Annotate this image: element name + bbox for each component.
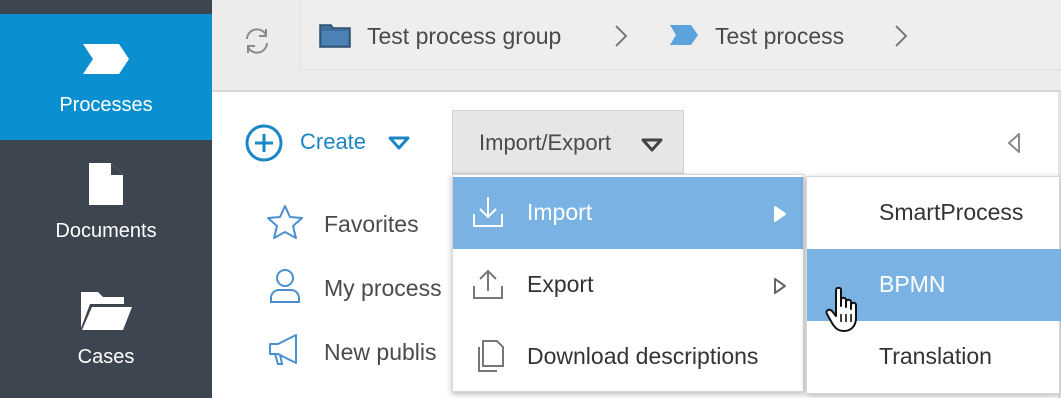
caret-down-icon xyxy=(641,138,663,152)
header: Test process group Test process xyxy=(212,0,1061,92)
submenu-item-label: BPMN xyxy=(879,271,946,297)
breadcrumb-item-process-group[interactable]: Test process group xyxy=(367,23,561,50)
submenu-arrow-icon xyxy=(774,206,786,222)
caret-down-icon[interactable] xyxy=(388,136,410,150)
plus-circle-icon[interactable] xyxy=(244,123,284,163)
sidebar-item-cases[interactable]: Cases xyxy=(0,266,212,392)
submenu-item-smartprocess[interactable]: SmartProcess xyxy=(807,177,1061,249)
import-export-menu: Import Export Download descriptions xyxy=(452,174,804,392)
sidebar-item-label: Cases xyxy=(77,346,135,368)
sidebar: Processes Documents Cases xyxy=(0,0,212,398)
import-export-label: Import/Export xyxy=(479,130,612,155)
sidebar-item-label: Documents xyxy=(55,220,157,242)
create-button[interactable]: Create xyxy=(300,129,366,155)
submenu-item-label: SmartProcess xyxy=(879,199,1024,225)
star-icon xyxy=(267,205,303,239)
process-chevron-icon xyxy=(670,25,698,45)
submenu-item-label: Translation xyxy=(879,343,992,369)
sidebar-item-documents[interactable]: Documents xyxy=(0,140,212,266)
import-submenu: SmartProcess BPMN Translation xyxy=(806,176,1061,394)
upload-tray-icon xyxy=(473,269,503,299)
breadcrumb: Test process group Test process xyxy=(300,0,1061,70)
process-chevron-icon xyxy=(83,44,129,74)
menu-item-label: Export xyxy=(527,271,594,297)
chevron-right-icon xyxy=(895,25,908,47)
submenu-arrow-icon xyxy=(774,278,786,294)
download-tray-icon xyxy=(473,197,503,227)
folder-icon xyxy=(319,24,351,48)
nav-item-label: New publis xyxy=(324,339,437,365)
copy-document-icon xyxy=(478,340,504,372)
folder-open-icon xyxy=(81,292,132,330)
document-icon xyxy=(89,163,123,205)
menu-item-download-descriptions[interactable]: Download descriptions xyxy=(453,321,803,391)
menu-item-label: Download descriptions xyxy=(527,343,759,369)
menu-item-import[interactable]: Import xyxy=(453,177,803,249)
refresh-icon[interactable] xyxy=(242,26,272,56)
sidebar-item-processes[interactable]: Processes xyxy=(0,14,212,140)
collapse-panel-icon[interactable] xyxy=(1006,132,1022,154)
user-icon xyxy=(270,269,300,303)
menu-item-label: Import xyxy=(527,199,593,225)
sidebar-item-label: Processes xyxy=(59,94,153,116)
chevron-right-icon xyxy=(615,25,628,47)
nav-item-label: Favorites xyxy=(324,211,419,237)
import-export-button[interactable]: Import/Export xyxy=(452,110,684,174)
breadcrumb-item-process[interactable]: Test process xyxy=(715,23,844,50)
megaphone-icon xyxy=(269,334,297,365)
nav-item-label: My process xyxy=(324,275,442,301)
menu-item-export[interactable]: Export xyxy=(453,249,803,321)
hand-cursor-icon xyxy=(825,286,857,332)
